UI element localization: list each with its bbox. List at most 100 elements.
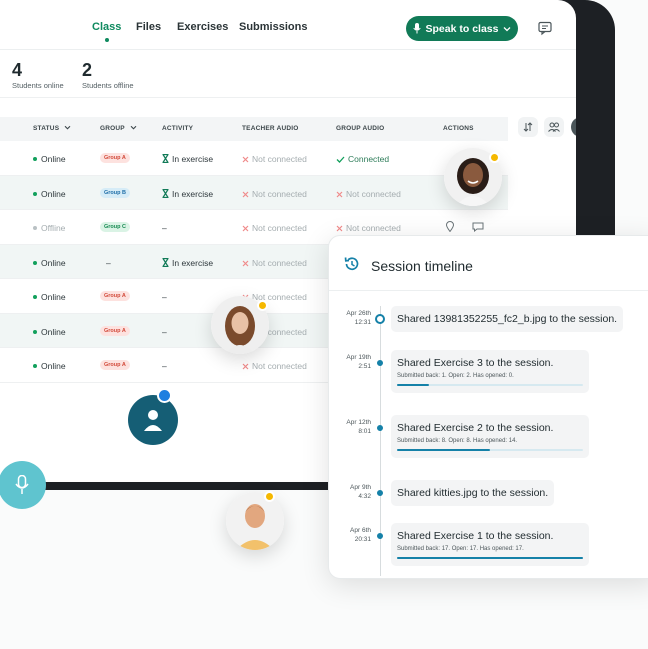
sort-button[interactable]	[518, 117, 538, 137]
status-dot	[33, 157, 37, 161]
status-dot	[33, 191, 37, 196]
group-badge: Group A	[100, 360, 130, 370]
history-icon	[344, 257, 359, 271]
activity-cell: In exercise	[162, 188, 213, 199]
mic-bubble[interactable]	[0, 461, 46, 509]
tab-files[interactable]: Files	[136, 21, 161, 33]
presence-indicator	[264, 491, 275, 502]
timeline-node	[377, 360, 383, 366]
timeline-node	[375, 314, 385, 324]
stage: Class Files Exercises Submissions Speak …	[0, 0, 648, 649]
group-audio-cell: Connected	[336, 154, 389, 164]
group-audio-column-header: GROUP AUDIO	[336, 125, 385, 132]
x-icon	[242, 191, 249, 197]
status-text: Online	[41, 326, 66, 337]
status-text: Online	[41, 154, 66, 164]
status-text: Online	[41, 292, 66, 302]
timeline-node	[377, 533, 383, 539]
timeline-card[interactable]: Shared kitties.jpg to the session.	[391, 480, 555, 506]
activity-cell: –	[162, 326, 167, 337]
tab-exercises[interactable]: Exercises	[177, 21, 228, 33]
activity-cell: In exercise	[162, 154, 213, 164]
top-nav: Class Files Exercises Submissions Speak …	[0, 0, 576, 50]
student-avatar-3[interactable]	[226, 492, 284, 550]
timeline-time: 12:31	[354, 319, 371, 326]
status-dot	[33, 226, 37, 230]
tab-class-label: Class	[92, 21, 122, 33]
timeline-card[interactable]: Shared Exercise 1 to the session. Submitt…	[391, 523, 589, 566]
presence-indicator	[257, 300, 268, 311]
status-text: Online	[41, 188, 66, 199]
activity-text: In exercise	[172, 154, 214, 164]
panel-divider	[329, 290, 648, 291]
status-header-label: STATUS	[33, 125, 60, 132]
status-dot	[33, 329, 37, 334]
activity-cell: –	[162, 223, 167, 233]
timeline-date: Apr 26th 12:31	[329, 309, 371, 327]
timeline-node	[377, 490, 383, 496]
teacher-audio-text: Not connected	[252, 154, 307, 164]
teacher-audio-column-header: TEACHER AUDIO	[242, 125, 299, 132]
timeline-node	[377, 425, 383, 431]
group-audio-cell: Not connected	[336, 189, 401, 199]
sort-icon	[523, 122, 533, 132]
tab-submissions-label: Submissions	[239, 21, 308, 33]
timeline-day: Apr 12th	[346, 419, 371, 426]
timeline-card[interactable]: Shared Exercise 2 to the session. Submitt…	[391, 415, 589, 458]
location-icon[interactable]	[446, 221, 454, 232]
timeline-card[interactable]: Shared Exercise 3 to the session. Submitt…	[391, 350, 589, 393]
timeline-text: Shared Exercise 3 to the session.	[397, 357, 554, 369]
progress-bar-fill	[397, 384, 429, 386]
group-header-label: GROUP	[100, 125, 125, 132]
x-icon	[242, 363, 249, 370]
teacher-audio-text: Not connected	[252, 188, 307, 199]
students-online-label: Students online	[12, 81, 64, 90]
timeline-stats: Submitted back: 8. Open: 8. Has opened: …	[397, 438, 518, 444]
session-timeline-panel: Session timeline Apr 26th 12:31 Shared 139…	[328, 235, 648, 579]
progress-bar-fill	[397, 557, 583, 559]
check-icon	[336, 156, 345, 163]
chevron-down-icon	[64, 125, 71, 130]
chevron-down-icon	[130, 125, 137, 130]
speak-to-class-button[interactable]: Speak to class	[406, 16, 518, 41]
timeline-date: Apr 6th 20:31	[329, 526, 371, 544]
stats-divider	[0, 97, 576, 98]
table-row[interactable]: Online Group A In exercise Not connected Con…	[0, 141, 508, 176]
tab-class[interactable]: Class	[92, 21, 122, 42]
x-icon	[242, 225, 249, 232]
progress-bar	[397, 384, 583, 386]
table-row[interactable]: Online Group B In exercise Not connected Not…	[0, 175, 508, 210]
student-bubble[interactable]	[128, 395, 178, 445]
groups-button[interactable]	[544, 117, 564, 137]
progress-bar	[397, 449, 583, 451]
chat-icon[interactable]	[537, 20, 553, 36]
students-online-count: 4	[12, 60, 23, 80]
status-cell: Online	[33, 292, 66, 302]
teacher-audio-cell: Not connected	[242, 258, 307, 268]
student-photo	[226, 492, 284, 550]
layout-toggle-button[interactable]	[571, 117, 576, 137]
status-cell: Online	[33, 154, 66, 164]
comment-icon[interactable]	[472, 222, 484, 232]
activity-cell: In exercise	[162, 257, 213, 268]
panel-title: Session timeline	[371, 258, 473, 274]
timeline-card[interactable]: Shared 13981352255_fc2_b.jpg to the sess…	[391, 306, 624, 332]
group-audio-text: Not connected	[346, 223, 401, 233]
group-badge: Group B	[100, 187, 130, 198]
status-dot	[33, 364, 37, 368]
timeline-text: Shared Exercise 2 to the session.	[397, 422, 554, 434]
mic-icon	[412, 23, 421, 34]
status-cell: Online	[33, 189, 66, 199]
hourglass-icon	[162, 154, 169, 163]
presence-indicator	[157, 388, 172, 403]
chevron-down-icon	[504, 26, 511, 31]
group-column-header[interactable]: GROUP	[100, 125, 137, 132]
status-cell: Offline	[33, 223, 65, 233]
active-tab-indicator	[104, 38, 109, 42]
group-badge: Group A	[100, 153, 130, 163]
tab-submissions[interactable]: Submissions	[239, 21, 307, 33]
presence-indicator	[489, 152, 500, 163]
teacher-audio-cell: Not connected	[242, 189, 307, 199]
status-column-header[interactable]: STATUS	[33, 125, 71, 132]
group-badge: Group A	[100, 291, 130, 301]
